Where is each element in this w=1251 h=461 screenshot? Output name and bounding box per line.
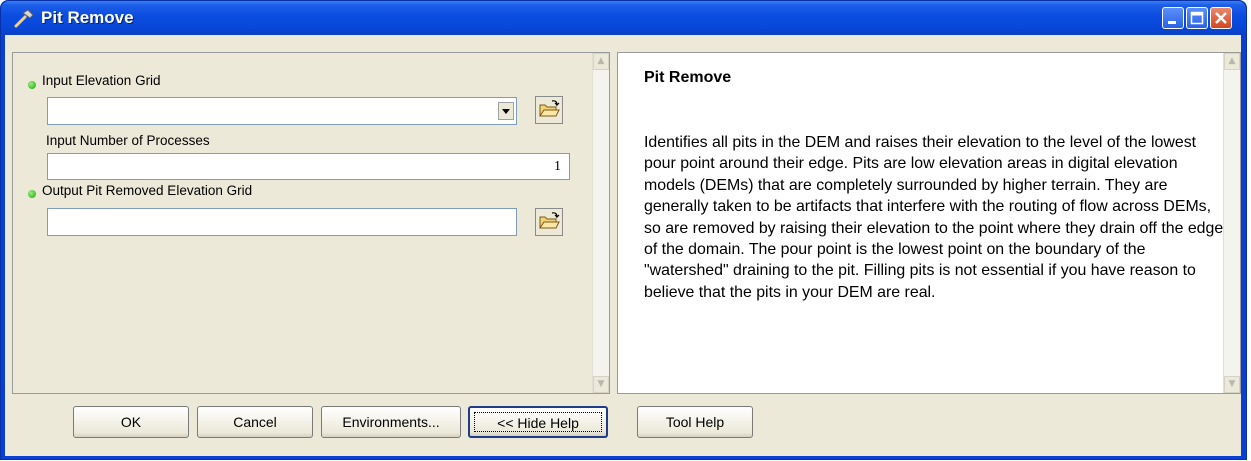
tool-help-button[interactable]: Tool Help xyxy=(637,406,753,438)
hide-help-button[interactable]: << Hide Help xyxy=(468,406,608,438)
browse-input-elevation-button[interactable] xyxy=(535,96,563,124)
cancel-button[interactable]: Cancel xyxy=(197,406,313,438)
help-scrollbar[interactable]: ▲ ▼ xyxy=(1223,53,1240,393)
number-of-processes-input[interactable]: 1 xyxy=(47,153,570,180)
parameters-scrollbar[interactable]: ▲ ▼ xyxy=(592,53,609,393)
help-description: Identifies all pits in the DEM and raise… xyxy=(644,134,1224,301)
input-elevation-grid-combobox[interactable] xyxy=(47,97,517,125)
param-label-input-elevation-grid: Input Elevation Grid xyxy=(42,73,161,88)
required-indicator xyxy=(28,81,36,89)
browse-output-grid-button[interactable] xyxy=(535,208,563,236)
scroll-down-icon[interactable]: ▼ xyxy=(1224,376,1240,393)
param-label-number-of-processes: Input Number of Processes xyxy=(46,133,210,148)
output-pit-removed-grid-input[interactable] xyxy=(47,208,517,236)
dialog-body: Input Elevation Grid Input Number of Pro… xyxy=(5,35,1241,456)
chevron-down-icon[interactable] xyxy=(498,102,514,120)
scroll-up-icon[interactable]: ▲ xyxy=(1224,53,1240,70)
ok-button[interactable]: OK xyxy=(73,406,189,438)
hammer-icon xyxy=(14,9,34,28)
parameters-pane: Input Elevation Grid Input Number of Pro… xyxy=(12,52,610,394)
close-icon xyxy=(1215,12,1227,24)
open-folder-icon xyxy=(539,212,560,229)
window-title: Pit Remove xyxy=(41,8,134,27)
maximize-button[interactable] xyxy=(1186,7,1208,29)
param-label-output-pit-removed-grid: Output Pit Removed Elevation Grid xyxy=(42,183,253,198)
required-indicator xyxy=(28,190,36,198)
tool-dialog-window: Pit Remove Input Elevation Grid Input Nu… xyxy=(0,0,1247,460)
title-bar[interactable]: Pit Remove xyxy=(1,1,1246,35)
help-pane: Pit Remove Identifies all pits in the DE… xyxy=(617,52,1241,394)
scroll-up-icon[interactable]: ▲ xyxy=(593,53,609,70)
maximize-icon xyxy=(1190,11,1204,25)
minimize-button[interactable] xyxy=(1162,7,1184,29)
pane-splitter[interactable] xyxy=(610,52,617,394)
scroll-down-icon[interactable]: ▼ xyxy=(593,376,609,393)
close-button[interactable] xyxy=(1210,7,1232,29)
open-folder-icon xyxy=(539,100,560,117)
environments-button[interactable]: Environments... xyxy=(321,406,461,438)
minimize-icon xyxy=(1168,21,1176,24)
help-title: Pit Remove xyxy=(644,69,732,86)
